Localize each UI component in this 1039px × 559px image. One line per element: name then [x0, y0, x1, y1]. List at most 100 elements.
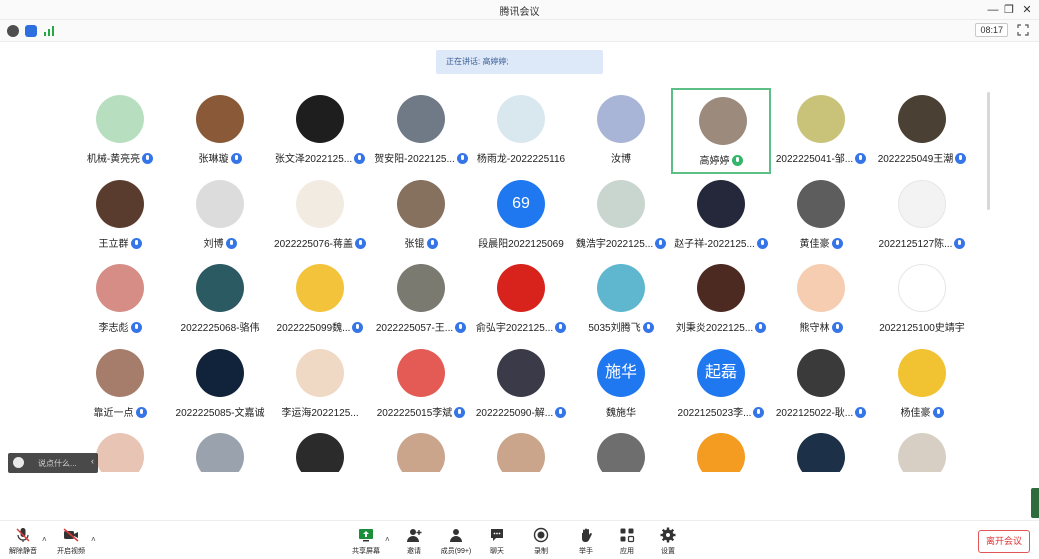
title-bar: 腾讯会议 — ❐ ✕ — [0, 0, 1039, 20]
participant-tile[interactable] — [471, 426, 571, 472]
participant-tile[interactable] — [671, 426, 771, 472]
participant-name-row: 2022225085-文嘉诚 — [162, 404, 278, 419]
members-button[interactable]: 成员(99+) — [436, 527, 476, 556]
members-label: 成员(99+) — [440, 548, 472, 555]
participant-tile[interactable]: 黄佳豪 — [771, 173, 871, 259]
participant-tile[interactable] — [371, 426, 471, 472]
participant-name-row: 赵子祥-2022125... — [663, 235, 779, 250]
participant-tile[interactable]: 2022225049王潮 — [872, 88, 972, 174]
mute-button[interactable]: 解除静音 — [3, 527, 43, 556]
participant-tile[interactable]: 2022225090-解... — [471, 342, 571, 428]
close-icon[interactable]: ✕ — [1019, 2, 1035, 18]
participant-tile[interactable]: 俞弘宇2022125... — [471, 257, 571, 343]
chat-icon — [491, 529, 503, 541]
participant-tile[interactable]: 5035刘腾飞 — [571, 257, 671, 343]
participant-tile[interactable]: 刘秉炎2022125... — [671, 257, 771, 343]
participant-tile[interactable]: 2022225057-王... — [371, 257, 471, 343]
video-label: 开启视频 — [57, 548, 85, 555]
record-button[interactable]: 录制 — [521, 527, 561, 556]
participant-tile[interactable] — [771, 426, 871, 472]
share-options-caret[interactable]: ˄ — [385, 535, 390, 544]
participant-name-row: 汝博 — [563, 150, 679, 165]
participant-tile[interactable] — [571, 426, 671, 472]
participant-tile[interactable]: 2022225015李斌 — [371, 342, 471, 428]
participant-name-row: 杨佳豪 — [864, 404, 975, 419]
signal-icon[interactable] — [43, 25, 55, 37]
scrollbar[interactable] — [987, 92, 990, 210]
participant-tile[interactable]: 李志彪 — [70, 257, 170, 343]
participant-tile[interactable]: 2022125022-耿... — [771, 342, 871, 428]
participant-tile[interactable]: 2022225076-蒋盖 — [270, 173, 370, 259]
mic-status-icon — [642, 322, 654, 333]
participant-tile[interactable]: 熊守林 — [771, 257, 871, 343]
participant-tile[interactable]: 张琳璇 — [170, 88, 270, 174]
side-panel-handle[interactable] — [1031, 488, 1039, 518]
restore-icon[interactable]: ❐ — [1001, 2, 1017, 18]
video-button[interactable]: 开启视频 — [51, 527, 91, 556]
settings-button[interactable]: 设置 — [648, 527, 688, 556]
participant-name-row: 黄佳豪 — [763, 235, 879, 250]
apps-button[interactable]: 应用 — [607, 527, 647, 556]
participant-tile[interactable]: 靠近一点 — [70, 342, 170, 428]
participant-tile[interactable]: 2022125100史靖宇 — [872, 257, 972, 343]
participant-tile[interactable]: 起磊 2022125023李... — [671, 342, 771, 428]
participant-tile[interactable]: 69 段晨阳2022125069 — [471, 173, 571, 259]
info-icon[interactable] — [7, 25, 19, 37]
participant-tile[interactable]: 魏浩宇2022125... — [571, 173, 671, 259]
video-options-caret[interactable]: ˄ — [91, 535, 96, 544]
participant-tile[interactable]: 张文泽2022125... — [270, 88, 370, 174]
participant-tile[interactable]: 2022225085-文嘉诚 — [170, 342, 270, 428]
participant-name: 杨雨龙-2022225116 — [476, 154, 566, 165]
mic-status-icon — [142, 153, 154, 164]
participant-tile[interactable] — [270, 426, 370, 472]
chat-quick-input[interactable]: 说点什么... ‹ — [8, 453, 98, 473]
mic-status-icon — [831, 238, 843, 249]
chat-button[interactable]: 聊天 — [477, 527, 517, 556]
participant-name-row: 杨雨龙-2022225116 — [463, 150, 579, 165]
participant-tile[interactable]: 贺安阳-2022125... — [371, 88, 471, 174]
participant-avatar — [497, 95, 545, 143]
shield-icon[interactable] — [25, 25, 37, 37]
participant-tile[interactable]: 王立群 — [70, 173, 170, 259]
participant-tile[interactable]: 杨佳豪 — [872, 342, 972, 428]
participant-tile[interactable]: 2022225068-骆伟 — [170, 257, 270, 343]
participant-avatar — [597, 433, 645, 472]
participant-name-row: 2022225068-骆伟 — [162, 319, 278, 334]
participant-avatar — [898, 95, 946, 143]
participant-name-row: 2022125023李... — [663, 404, 779, 419]
chevron-left-icon[interactable]: ‹ — [91, 456, 94, 466]
participant-tile[interactable]: 李运海2022125... — [270, 342, 370, 428]
participant-avatar — [96, 95, 144, 143]
participant-name: 2022225049王潮 — [877, 154, 954, 165]
participant-name-row: 2022225057-王... — [363, 319, 479, 334]
participant-avatar — [196, 349, 244, 397]
participant-avatar — [397, 180, 445, 228]
record-icon — [533, 527, 549, 543]
participant-tile[interactable] — [170, 426, 270, 472]
invite-button[interactable]: 邀请 — [394, 527, 434, 556]
raise-hand-button[interactable]: 举手 — [566, 527, 606, 556]
participant-name-row: 2022125022-耿... — [763, 404, 879, 419]
meeting-timer: 08:17 — [975, 23, 1008, 37]
participant-tile[interactable]: 杨雨龙-2022225116 — [471, 88, 571, 174]
participant-tile[interactable]: 2022225099魏... — [270, 257, 370, 343]
minimize-icon[interactable]: — — [985, 2, 1001, 18]
participant-tile[interactable]: 2022125127陈... — [872, 173, 972, 259]
participant-tile[interactable]: 刘博 — [170, 173, 270, 259]
participant-tile[interactable]: 施华 魏施华 — [571, 342, 671, 428]
participant-tile[interactable]: 机械-黄亮亮 — [70, 88, 170, 174]
participant-tile[interactable]: 汝博 — [571, 88, 671, 174]
participant-tile[interactable] — [872, 426, 972, 472]
participant-avatar — [397, 433, 445, 472]
fullscreen-icon[interactable] — [1017, 24, 1029, 36]
participant-tile[interactable]: 张锟 — [371, 173, 471, 259]
mic-options-caret[interactable]: ˄ — [42, 535, 47, 544]
participant-tile[interactable]: 赵子祥-2022125... — [671, 173, 771, 259]
leave-meeting-button[interactable]: 离开会议 — [978, 530, 1030, 553]
participant-tile[interactable]: 2022225041-邹... — [771, 88, 871, 174]
emoji-icon[interactable] — [13, 457, 24, 468]
participant-tile[interactable]: 高婷婷 — [671, 88, 771, 174]
apps-label: 应用 — [620, 548, 634, 555]
share-screen-button[interactable]: 共享屏幕 — [346, 527, 386, 556]
mic-status-icon — [955, 153, 967, 164]
